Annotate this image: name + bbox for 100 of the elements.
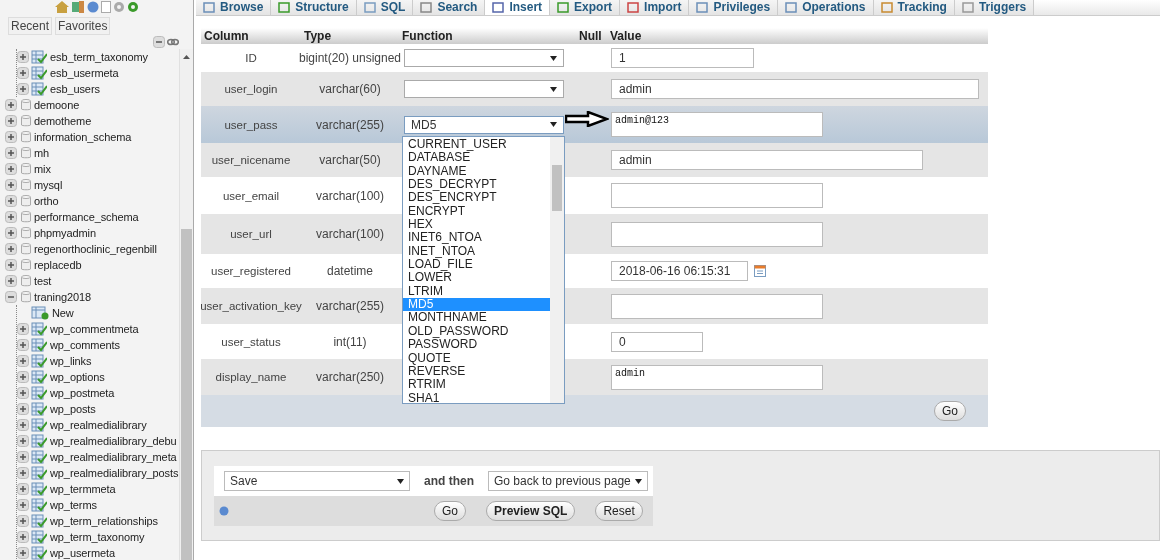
table-name[interactable]: wp_realmedialibrary_posts	[50, 467, 179, 479]
value-field[interactable]: admin	[611, 79, 979, 99]
column-type: varchar(100)	[316, 188, 384, 203]
action-select[interactable]: Save	[224, 471, 410, 491]
dropdown-option[interactable]: RTRIM	[403, 378, 550, 392]
nav-tab[interactable]: Insert	[485, 0, 551, 15]
nav-tab[interactable]: Triggers	[954, 0, 1035, 15]
table-name[interactable]: wp_realmedialibrary_debu	[50, 435, 177, 447]
dropdown-option[interactable]: DES_DECRYPT	[403, 178, 550, 192]
form-button[interactable]: Preview SQL	[486, 501, 576, 521]
column-name: user_login	[224, 83, 278, 95]
dropdown-option[interactable]: SHA1	[403, 391, 550, 405]
sidebar-tab[interactable]: Favorites	[55, 17, 111, 35]
function-select[interactable]: MD5	[404, 115, 564, 134]
value-textarea[interactable]: admin	[611, 364, 823, 390]
database-name[interactable]: demoone	[34, 99, 80, 111]
table-name[interactable]: wp_realmedialibrary_meta	[50, 451, 177, 463]
nav-tab[interactable]: Structure	[271, 0, 357, 15]
dropdown-option[interactable]: INET_NTOA	[403, 244, 550, 259]
table-name[interactable]: wp_terms	[50, 499, 97, 511]
nav-tab[interactable]: Search	[413, 0, 486, 15]
database-name[interactable]: information_schema	[34, 131, 132, 143]
column-type: varchar(250)	[316, 370, 384, 384]
column-name: display_name	[215, 371, 287, 383]
database-name[interactable]: performance_schema	[34, 211, 139, 223]
next-action-select[interactable]: Go back to previous page	[488, 471, 648, 491]
column-type: varchar(100)	[316, 227, 384, 241]
database-name[interactable]: regenorthoclinic_regenbill	[34, 243, 157, 255]
column-header: Value	[609, 28, 643, 44]
dropdown-option[interactable]: DAYNAME	[403, 164, 550, 179]
value-field[interactable]: admin	[611, 150, 923, 170]
sidebar-tab[interactable]: Recent	[8, 17, 53, 35]
dropdown-option[interactable]: CURRENT_USER	[403, 138, 550, 152]
function-dropdown[interactable]: CURRENT_USER DATABASE DAYNAME DES_DECRYPT DES_ENCRYPT ENCRYPT HEX INET6_NTOA INET_NTOA LOAD_FILE LOWER LTRIM MD5 MONTHNAME OLD_PASSWORD PASSWORD QUOTE REVERSE RTRIM SHA1	[402, 136, 565, 404]
dropdown-option[interactable]: MONTHNAME	[403, 311, 550, 325]
column-name: ID	[245, 52, 257, 64]
column-type: varchar(50)	[319, 153, 381, 167]
database-name[interactable]: mh	[34, 147, 50, 159]
database-name[interactable]: mix	[34, 163, 51, 175]
new-table-link[interactable]: New	[52, 307, 74, 319]
column-type: varchar(255)	[316, 117, 384, 132]
table-name[interactable]: wp_usermeta	[50, 547, 115, 559]
column-type: int(11)	[333, 334, 367, 349]
database-name[interactable]: test	[34, 275, 52, 287]
nav-tab[interactable]: Browse	[196, 0, 272, 15]
dropdown-option[interactable]: OLD_PASSWORD	[403, 324, 550, 339]
dropdown-option[interactable]: INET6_NTOA	[403, 231, 550, 245]
table-name[interactable]: wp_termmeta	[50, 483, 116, 495]
table-name[interactable]: wp_postmeta	[50, 387, 115, 399]
form-button[interactable]: Go	[434, 501, 466, 521]
column-name: user_status	[221, 335, 281, 348]
database-name[interactable]: mysql	[34, 179, 63, 191]
nav-tab[interactable]: Export	[550, 0, 621, 15]
nav-tab[interactable]: Import	[620, 0, 690, 15]
table-name[interactable]: wp_term_relationships	[50, 515, 158, 527]
nav-tab[interactable]: SQL	[356, 0, 414, 15]
column-type: datetime	[327, 264, 373, 278]
dropdown-option[interactable]: REVERSE	[403, 364, 550, 379]
dropdown-option[interactable]: LTRIM	[403, 284, 550, 299]
nav-tab[interactable]: Tracking	[873, 0, 955, 15]
table-name[interactable]: wp_commentmeta	[50, 323, 139, 335]
nav-tab[interactable]: Privileges	[689, 0, 779, 15]
column-header: Type	[303, 28, 333, 44]
value-field[interactable]: 0	[611, 331, 703, 352]
dropdown-option[interactable]: LOWER	[403, 271, 550, 285]
column-name: user_nicename	[211, 154, 291, 166]
dropdown-option[interactable]: DES_ENCRYPT	[403, 191, 550, 205]
column-name: user_registered	[211, 265, 291, 277]
database-name[interactable]: demotheme	[34, 115, 92, 127]
value-textarea[interactable]: admin@123	[611, 112, 823, 137]
dropdown-option[interactable]: LOAD_FILE	[403, 258, 550, 272]
dropdown-option[interactable]: DATABASE	[403, 151, 550, 165]
table-name[interactable]: wp_comments	[50, 339, 120, 351]
table-name[interactable]: esb_usermeta	[50, 67, 119, 79]
value-field[interactable]: 1	[611, 48, 754, 68]
table-name[interactable]: wp_posts	[50, 403, 96, 415]
dropdown-option[interactable]: HEX	[403, 218, 550, 232]
table-name[interactable]: wp_term_taxonomy	[50, 531, 145, 543]
column-type: varchar(60)	[319, 82, 381, 96]
and-then-label: and then	[424, 474, 474, 488]
dropdown-option[interactable]: QUOTE	[403, 351, 550, 365]
database-name[interactable]: replacedb	[34, 259, 82, 271]
database-name[interactable]: ortho	[34, 195, 59, 207]
dropdown-option[interactable]: ENCRYPT	[403, 204, 550, 219]
column-header: Column	[203, 28, 250, 44]
table-name[interactable]: wp_options	[50, 371, 105, 383]
table-name[interactable]: esb_term_taxonomy	[50, 51, 148, 63]
dropdown-option[interactable]: PASSWORD	[403, 338, 550, 352]
go-button[interactable]: Go	[934, 401, 966, 421]
nav-tab[interactable]: Operations	[778, 0, 874, 15]
column-type: varchar(255)	[316, 299, 384, 313]
table-name[interactable]: wp_realmedialibrary	[50, 419, 147, 431]
database-name[interactable]: phpmyadmin	[34, 227, 96, 239]
column-name: user_url	[230, 228, 272, 240]
table-name[interactable]: wp_links	[50, 355, 92, 367]
form-button[interactable]: Reset	[595, 501, 643, 521]
database-name[interactable]: traning2018	[34, 291, 91, 303]
column-name: user_email	[222, 189, 280, 202]
date-field[interactable]: 2018-06-16 06:15:31	[611, 261, 748, 281]
table-name[interactable]: esb_users	[50, 83, 100, 95]
